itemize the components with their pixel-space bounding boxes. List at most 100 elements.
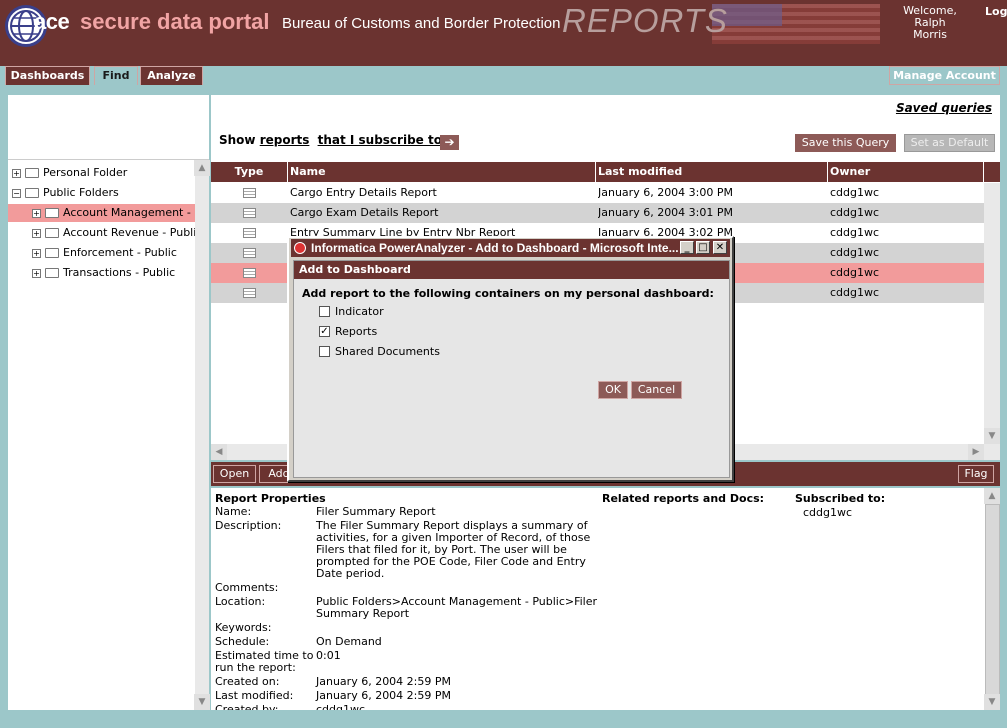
cell-owner: cddg1wc (830, 286, 880, 299)
property-label: Comments: (215, 581, 279, 594)
scroll-down-arrow-icon[interactable]: ▼ (984, 428, 1000, 444)
cell-name[interactable]: Cargo Exam Details Report (290, 203, 590, 223)
flag-button[interactable]: Flag (958, 465, 994, 483)
expand-icon[interactable]: + (32, 208, 41, 218)
tree-item-label: Account Revenue - Public (63, 226, 195, 239)
scroll-thumb[interactable] (985, 504, 1000, 700)
report-document-icon (243, 248, 256, 258)
checkbox-label[interactable]: Shared Documents (335, 345, 440, 358)
folder-icon (45, 208, 59, 218)
report-document-icon (243, 228, 256, 238)
property-label: Location: (215, 595, 266, 608)
scroll-left-arrow-icon[interactable]: ◀ (211, 444, 227, 460)
tree-item[interactable]: + Personal Folder (8, 164, 195, 182)
logo-portal-text: secure data portal (80, 9, 270, 34)
saved-queries-link[interactable]: Saved queries (896, 101, 992, 115)
cell-owner: cddg1wc (830, 186, 880, 199)
property-label: Keywords: (215, 621, 272, 634)
expand-icon[interactable]: + (12, 168, 21, 178)
app-icon (294, 242, 306, 254)
cell-modified: January 6, 2004 3:00 PM (598, 186, 734, 199)
tree-item-label: Enforcement - Public (63, 246, 177, 259)
report-document-icon (243, 208, 256, 218)
property-value: The Filer Summary Report displays a summ… (316, 519, 591, 580)
report-document-icon (243, 268, 256, 278)
expand-icon[interactable]: + (32, 228, 41, 238)
tree-vertical-scrollbar[interactable]: ▲ ▼ (194, 160, 210, 710)
save-query-button[interactable]: Save this Query (795, 134, 896, 152)
collapse-icon[interactable]: − (12, 188, 21, 198)
report-type-selector[interactable]: reports (260, 133, 310, 147)
minimize-icon[interactable]: _ (680, 241, 694, 254)
folder-tree: + Personal Folder − Public Folders + Account … (8, 160, 195, 709)
scroll-right-arrow-icon[interactable]: ▶ (968, 444, 984, 460)
scroll-up-arrow-icon[interactable]: ▲ (194, 160, 210, 176)
scroll-down-arrow-icon[interactable]: ▼ (984, 694, 1000, 710)
go-arrow-icon[interactable]: ➔ (440, 135, 459, 150)
dialog-title: Informatica PowerAnalyzer - Add to Dashb… (311, 241, 679, 255)
scroll-down-arrow-icon[interactable]: ▼ (194, 694, 210, 710)
tree-item-label: Account Management - Public (63, 206, 195, 219)
open-button[interactable]: Open (213, 465, 256, 483)
tab-find[interactable]: Find (94, 66, 138, 85)
folder-icon (45, 268, 59, 278)
cell-owner: cddg1wc (830, 246, 880, 259)
checkbox-shared-documents[interactable] (319, 346, 330, 357)
tree-item[interactable]: + Enforcement - Public (8, 244, 195, 262)
manage-account-button[interactable]: Manage Account (889, 66, 1000, 85)
dialog-prompt: Add report to the following containers o… (302, 287, 714, 300)
maximize-icon[interactable]: □ (696, 241, 710, 254)
welcome-message: Welcome, Ralph Morris (888, 5, 972, 41)
tree-item[interactable]: + Account Management - Public (8, 204, 195, 222)
table-row[interactable]: Cargo Exam Details Report January 6, 2004… (211, 203, 984, 223)
properties-vertical-scrollbar[interactable]: ▲ ▼ (984, 488, 1000, 710)
logout-link[interactable]: Log (985, 5, 1007, 18)
open-folder-icon (25, 188, 39, 198)
ok-button[interactable]: OK (598, 381, 628, 399)
tab-analyze[interactable]: Analyze (140, 66, 203, 85)
tree-item[interactable]: + Transactions - Public (8, 264, 195, 282)
cell-name[interactable]: Cargo Entry Details Report (290, 183, 590, 203)
dialog-content: Add to Dashboard Add report to the follo… (293, 260, 730, 478)
property-value: January 6, 2004 2:59 PM (316, 675, 452, 688)
section-title: REPORTS (562, 2, 728, 39)
dialog-titlebar[interactable]: Informatica PowerAnalyzer - Add to Dashb… (291, 239, 730, 257)
filter-selector[interactable]: that I subscribe to (318, 133, 442, 147)
tree-item[interactable]: + Account Revenue - Public (8, 224, 195, 242)
folder-tree-panel: + Personal Folder − Public Folders + Account … (8, 95, 210, 710)
properties-title: Report Properties (215, 492, 326, 505)
search-sentence: Show reports that I subscribe to (219, 133, 442, 147)
property-label: Created by: (215, 703, 279, 711)
cell-modified: January 6, 2004 3:01 PM (598, 206, 734, 219)
tab-dashboards[interactable]: Dashboards (5, 66, 90, 85)
checkbox-label[interactable]: Indicator (335, 305, 384, 318)
checkbox-indicator[interactable] (319, 306, 330, 317)
table-row[interactable]: Cargo Entry Details Report January 6, 200… (211, 183, 984, 203)
table-vertical-scrollbar[interactable]: ▼ (984, 183, 1000, 444)
report-properties-panel: Report Properties Related reports and Do… (211, 488, 985, 710)
scroll-up-arrow-icon[interactable]: ▲ (984, 488, 1000, 504)
checkbox-reports[interactable]: ✓ (319, 326, 330, 337)
cancel-button[interactable]: Cancel (631, 381, 682, 399)
cell-owner: cddg1wc (830, 266, 880, 279)
cell-owner: cddg1wc (830, 226, 880, 239)
column-header-last-modified[interactable]: Last modified (596, 162, 828, 182)
close-icon[interactable]: ✕ (713, 241, 727, 254)
property-label: Name: (215, 505, 252, 518)
subscribed-title: Subscribed to: (795, 492, 886, 505)
expand-icon[interactable]: + (32, 268, 41, 278)
column-header-owner[interactable]: Owner (828, 162, 984, 182)
property-label: Schedule: (215, 635, 270, 648)
property-label: Description: (215, 519, 282, 532)
tree-item[interactable]: − Public Folders (8, 184, 195, 202)
column-header-name[interactable]: Name (288, 162, 596, 182)
subscribed-user: cddg1wc (803, 506, 853, 519)
set-default-button[interactable]: Set as Default (904, 134, 995, 152)
folder-icon (25, 168, 39, 178)
checkbox-label[interactable]: Reports (335, 325, 377, 338)
property-value: January 6, 2004 2:59 PM (316, 689, 452, 702)
add-to-dashboard-dialog: Informatica PowerAnalyzer - Add to Dashb… (287, 236, 734, 482)
property-label: Last modified: (215, 689, 294, 702)
column-header-type[interactable]: Type (211, 162, 288, 182)
expand-icon[interactable]: + (32, 248, 41, 258)
